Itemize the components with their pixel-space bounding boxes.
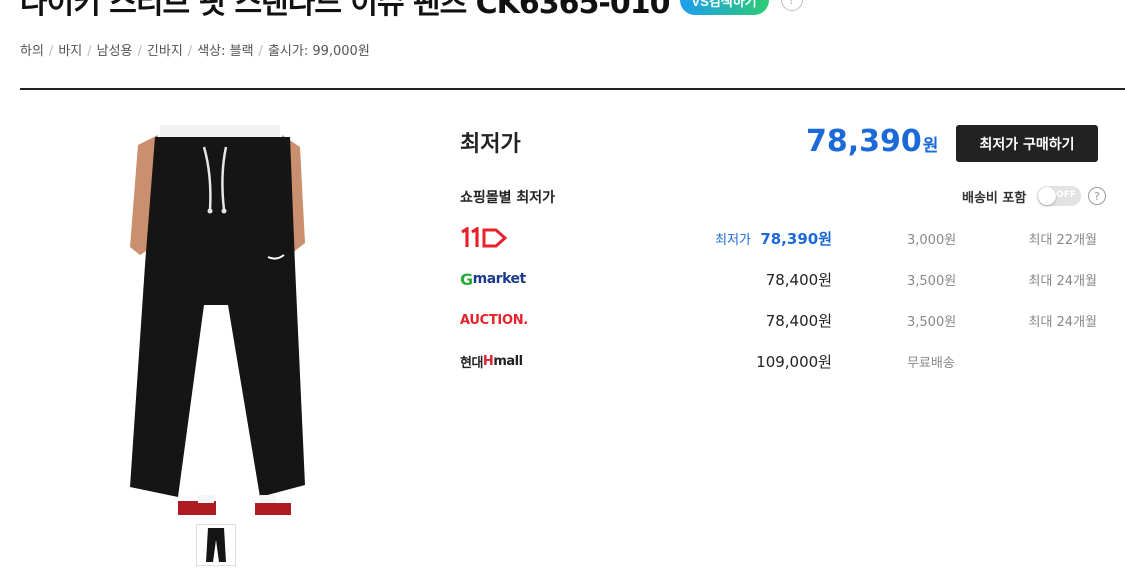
shipping-included-label: 배송비 포함 <box>962 191 1027 206</box>
vs-search-button[interactable]: VS검색하기 <box>679 0 769 15</box>
question-circle-icon[interactable]: ? <box>780 0 803 11</box>
breadcrumb-item: 색상: 블랙 <box>197 44 254 59</box>
gmarket-logo[interactable]: Gmarket <box>460 267 526 291</box>
shop-price[interactable]: 78,400원 <box>766 269 832 290</box>
toggle-knob <box>1038 187 1056 205</box>
hmall-logo[interactable]: 현대 Hmall <box>460 349 523 373</box>
shipping-fee: 3,500원 <box>907 274 957 289</box>
shop-price[interactable]: 78,400원 <box>766 310 832 331</box>
auction-logo[interactable]: AUCTION. <box>460 308 528 332</box>
product-image[interactable] <box>100 125 330 515</box>
pants-thumbnail-icon <box>206 528 226 562</box>
11st-logo[interactable] <box>460 226 508 250</box>
breadcrumb-item[interactable]: 남성용 <box>97 44 133 59</box>
shop-row-hmall[interactable]: 현대 Hmall 109,000원 무료배송 <box>460 345 1100 375</box>
breadcrumb: 하의 / 바지 / 남성용 / 긴바지 / 색상: 블랙 / 출시가: 99,000원 <box>20 44 370 59</box>
shop-row-auction[interactable]: AUCTION. 78,400원 3,500원 최대 24개월 <box>460 304 1100 334</box>
buy-lowest-button[interactable]: 최저가 구매하기 <box>956 125 1098 162</box>
toggle-state-label: OFF <box>1056 190 1076 200</box>
currency-unit: 원 <box>922 136 939 156</box>
shop-row-11st[interactable]: 최저가 78,390원 3,000원 최대 22개월 <box>460 222 1100 252</box>
product-title: 나이키 스티브 핏 스탠다드 이슈 팬츠 CK6365-010 <box>20 0 670 21</box>
section-divider <box>20 88 1125 90</box>
installment-info: 최대 24개월 <box>1028 274 1097 289</box>
shop-row-gmarket[interactable]: Gmarket 78,400원 3,500원 최대 24개월 <box>460 263 1100 293</box>
installment-info: 최대 22개월 <box>1028 233 1097 248</box>
shipping-fee: 3,000원 <box>907 233 957 248</box>
shipping-included-toggle[interactable]: OFF <box>1037 186 1081 206</box>
lowest-price: 78,390원 <box>806 124 938 159</box>
shop-price[interactable]: 78,390원 <box>760 228 832 249</box>
product-title-row: 나이키 스티브 핏 스탠다드 이슈 팬츠 CK6365-010 VS검색하기 ? <box>20 0 803 22</box>
breadcrumb-item[interactable]: 긴바지 <box>147 44 183 59</box>
question-circle-icon[interactable]: ? <box>1088 187 1106 205</box>
breadcrumb-item[interactable]: 하의 <box>20 44 44 59</box>
shipping-fee: 3,500원 <box>907 315 957 330</box>
breadcrumb-item: 출시가: 99,000원 <box>267 44 370 59</box>
shop-list-header: 쇼핑몰별 최저가 <box>460 190 556 206</box>
lowest-price-value: 78,390 <box>806 124 922 159</box>
product-thumbnail[interactable] <box>196 524 236 566</box>
shipping-fee: 무료배송 <box>907 356 955 371</box>
breadcrumb-item[interactable]: 바지 <box>58 44 82 59</box>
installment-info: 최대 24개월 <box>1028 315 1097 330</box>
lowest-tag: 최저가 <box>715 233 751 248</box>
11st-logo-icon <box>461 227 508 248</box>
lowest-price-label: 최저가 <box>460 132 521 157</box>
shop-price[interactable]: 109,000원 <box>756 351 832 372</box>
